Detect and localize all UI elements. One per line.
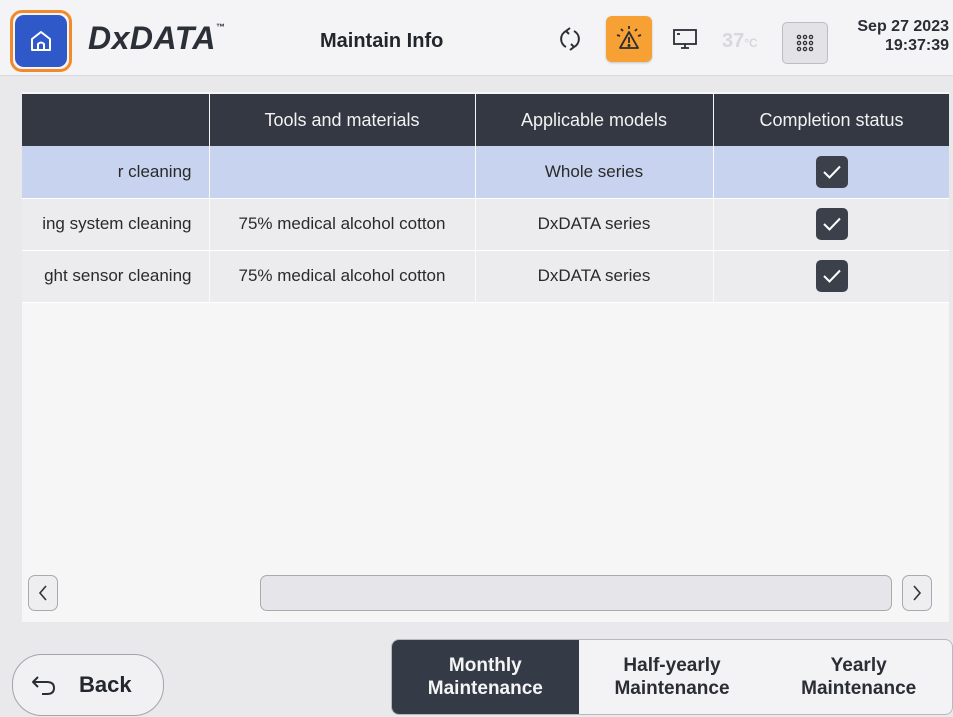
keypad-button[interactable] (782, 22, 828, 64)
back-label: Back (79, 672, 132, 697)
item-cell: r cleaning (22, 146, 210, 199)
tab-yearly-maintenance[interactable]: Yearly Maintenance (765, 640, 952, 714)
datetime: Sep 27 2023 19:37:39 (857, 17, 949, 55)
models-cell: DxDATA series (475, 250, 714, 303)
check-icon (822, 269, 841, 283)
chevron-left-icon (38, 585, 47, 601)
scroll-left-button[interactable] (28, 575, 58, 611)
column-header-status[interactable]: Completion status (713, 94, 949, 146)
back-button[interactable]: Back (12, 654, 164, 716)
sync-icon[interactable] (557, 26, 583, 57)
temperature-readout: 37°C (722, 30, 758, 52)
back-arrow-icon (32, 676, 55, 695)
top-bar: DxDATA™ Maintain Info 37°C Sep 27 2023 1… (0, 0, 953, 76)
home-button[interactable] (10, 10, 72, 72)
page-title: Maintain Info (320, 30, 444, 52)
table-row[interactable]: ght sensor cleaning 75% medical alcohol … (22, 250, 949, 303)
alarm-button[interactable] (606, 16, 652, 62)
tab-monthly-maintenance[interactable]: Monthly Maintenance (392, 640, 579, 714)
home-icon (15, 15, 67, 67)
tools-cell: 75% medical alcohol cotton (209, 250, 476, 303)
maintenance-table-viewport[interactable]: Tools and materials Applicable models Co… (22, 94, 949, 304)
date-label: Sep 27 2023 (857, 18, 949, 35)
table-row[interactable]: r cleaning Whole series (22, 146, 949, 199)
maintenance-period-tabs: Monthly Maintenance Half-yearly Maintenanc… (391, 639, 953, 715)
tools-cell: 75% medical alcohol cotton (209, 198, 476, 251)
maintenance-table: Tools and materials Applicable models Co… (22, 94, 949, 303)
status-cell (713, 198, 949, 251)
scroll-right-button[interactable] (902, 575, 932, 611)
table-row[interactable]: ing system cleaning 75% medical alcohol … (22, 198, 949, 251)
keypad-icon (796, 34, 814, 52)
alarm-icon (616, 26, 642, 49)
check-icon (822, 217, 841, 231)
column-header-tools[interactable]: Tools and materials (209, 94, 476, 146)
models-cell: Whole series (475, 146, 714, 199)
column-header-item[interactable] (22, 94, 210, 146)
completed-checkbox[interactable] (815, 208, 848, 240)
maintenance-panel: Tools and materials Applicable models Co… (22, 92, 949, 622)
status-cell (713, 146, 949, 199)
models-cell: DxDATA series (475, 198, 714, 251)
column-header-models[interactable]: Applicable models (475, 94, 714, 146)
chevron-right-icon (913, 585, 922, 601)
table-header-row: Tools and materials Applicable models Co… (22, 94, 949, 146)
check-icon (822, 165, 841, 179)
time-label: 19:37:39 (884, 37, 949, 54)
completed-checkbox[interactable] (815, 155, 848, 188)
brand-logo: DxDATA™ (88, 20, 226, 56)
item-cell: ght sensor cleaning (22, 250, 210, 303)
tab-half-yearly-maintenance[interactable]: Half-yearly Maintenance (579, 640, 766, 714)
completed-checkbox[interactable] (815, 260, 848, 292)
horizontal-scrollbar[interactable] (260, 575, 892, 611)
monitor-icon[interactable] (671, 26, 699, 57)
item-cell: ing system cleaning (22, 198, 210, 251)
status-cell (713, 250, 949, 303)
tools-cell (209, 146, 476, 199)
